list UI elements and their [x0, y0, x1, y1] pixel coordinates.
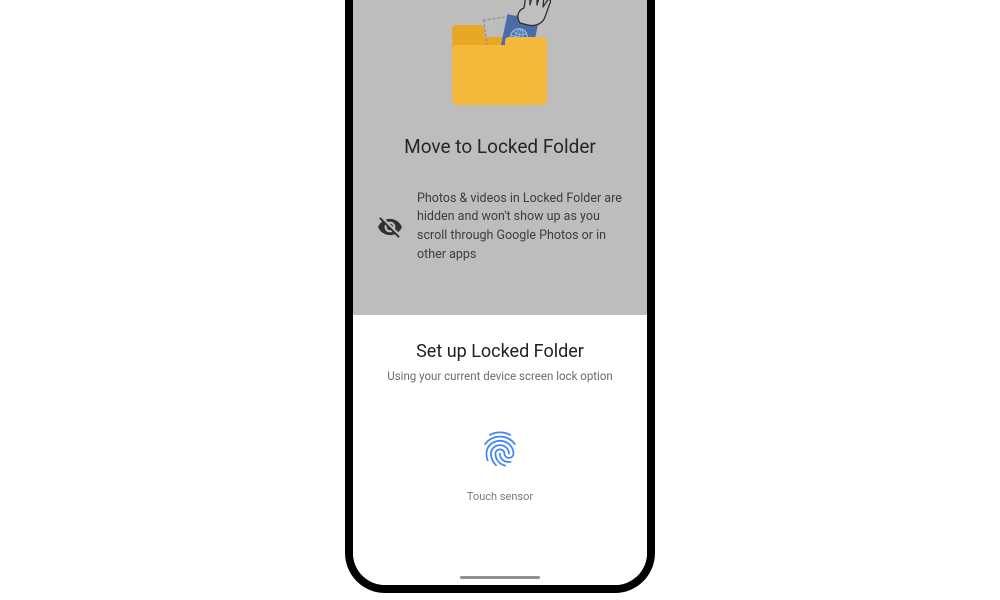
- info-description: Photos & videos in Locked Folder are hid…: [417, 190, 623, 265]
- hand-icon: [510, 0, 560, 35]
- phone-frame: Move to Locked Folder Photos & videos in…: [345, 0, 655, 593]
- sheet-title: Set up Locked Folder: [416, 341, 584, 362]
- fingerprint-sensor-button[interactable]: [479, 428, 521, 474]
- upper-info-section: Move to Locked Folder Photos & videos in…: [353, 0, 647, 315]
- touch-sensor-label: Touch sensor: [467, 490, 533, 503]
- sheet-subtitle: Using your current device screen lock op…: [387, 369, 613, 383]
- fingerprint-icon: [479, 428, 521, 470]
- page-title: Move to Locked Folder: [404, 135, 596, 158]
- phone-screen: Move to Locked Folder Photos & videos in…: [353, 0, 647, 585]
- info-row: Photos & videos in Locked Folder are hid…: [373, 190, 627, 265]
- setup-bottom-sheet: Set up Locked Folder Using your current …: [353, 315, 647, 585]
- navigation-bar-indicator[interactable]: [460, 576, 540, 579]
- folder-front-shape: [452, 45, 547, 105]
- locked-folder-illustration: [430, 0, 570, 113]
- visibility-off-icon: [377, 214, 403, 240]
